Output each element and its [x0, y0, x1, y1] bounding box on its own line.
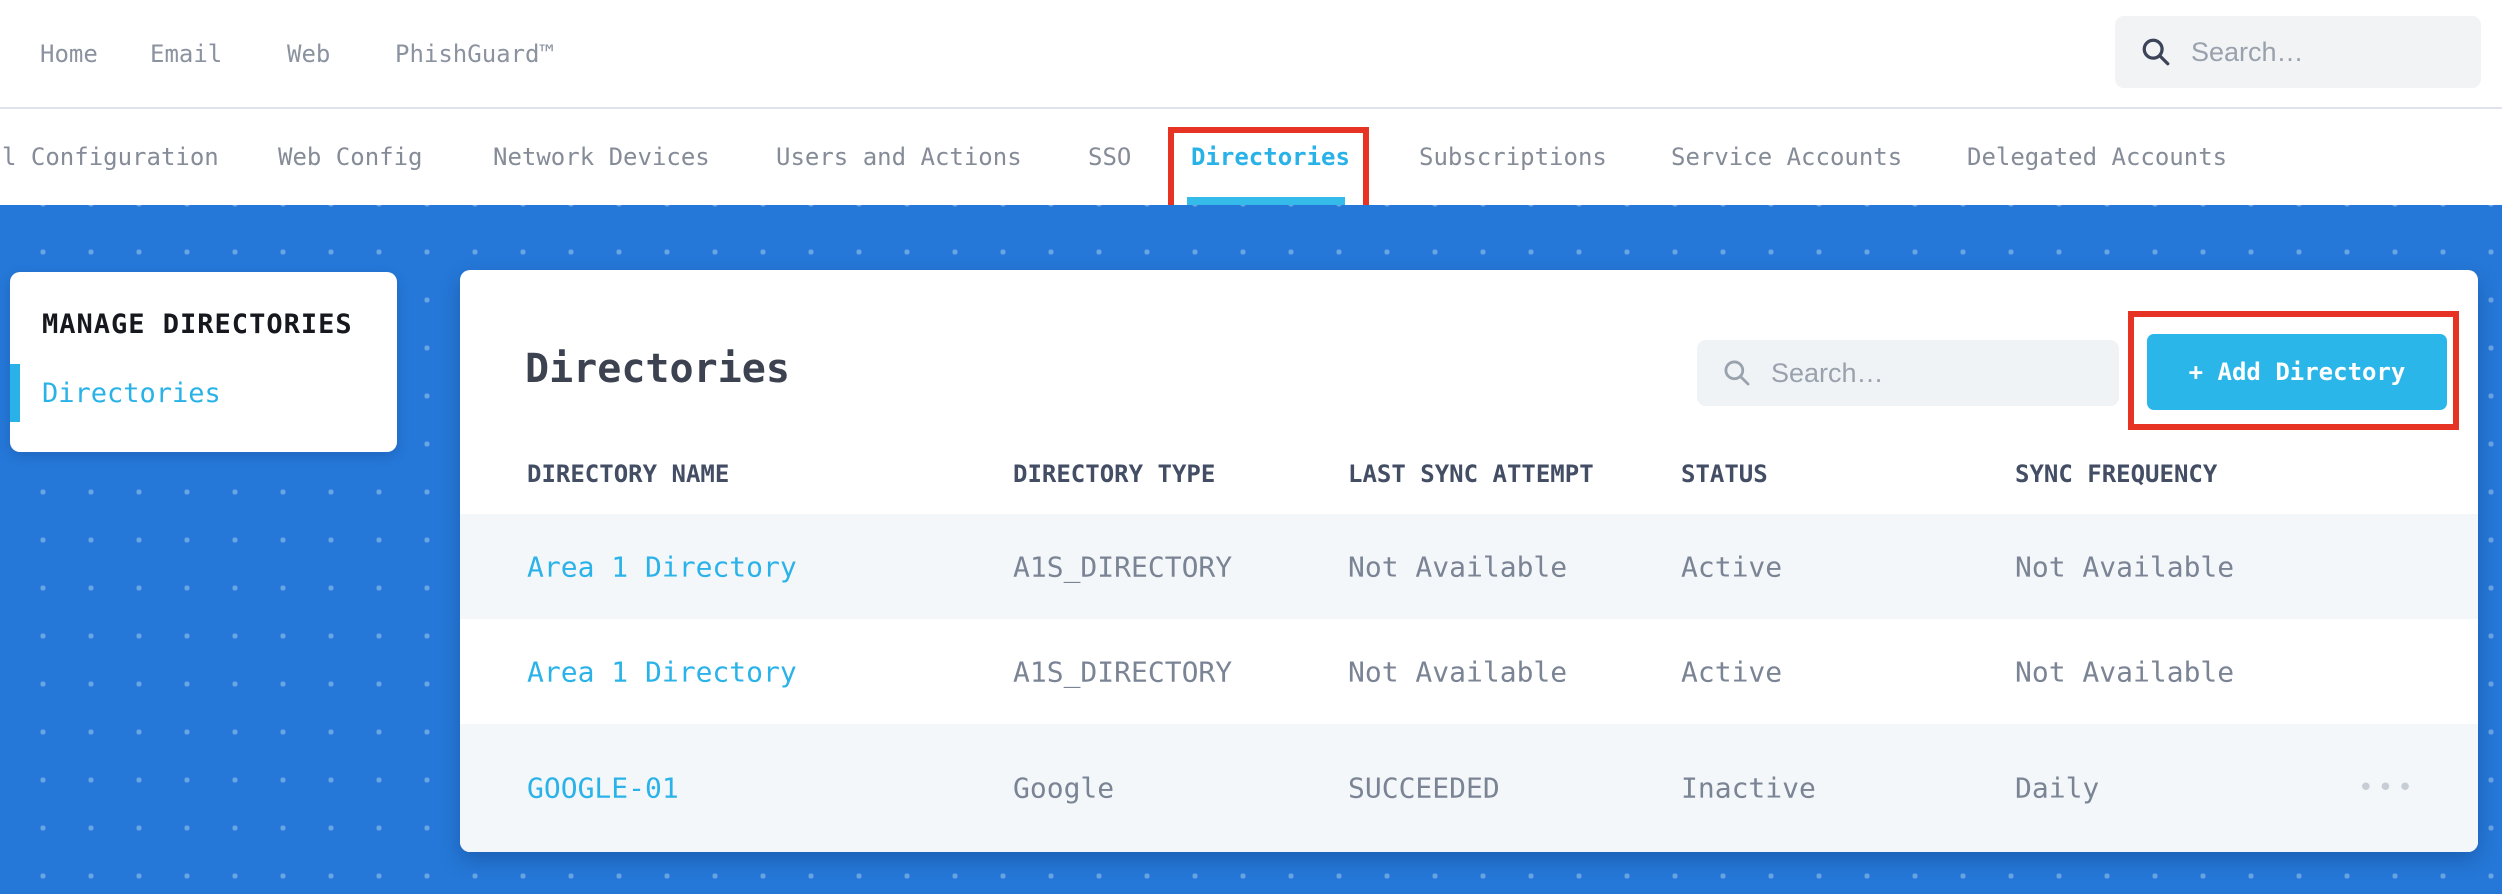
directory-type-cell: A1S_DIRECTORY	[1013, 550, 1233, 583]
table-row: Area 1 Directory A1S_DIRECTORY Not Avail…	[460, 514, 2478, 619]
status-cell: Active	[1681, 550, 1783, 583]
directory-name-link[interactable]: Area 1 Directory	[527, 550, 797, 583]
active-item-bar	[10, 364, 20, 422]
directory-type-cell: Google	[1013, 771, 1115, 805]
global-search-input[interactable]	[2191, 36, 2457, 68]
global-search[interactable]	[2115, 16, 2481, 88]
column-header-directory-name: DIRECTORY NAME	[527, 460, 730, 488]
tab-subscriptions[interactable]: Subscriptions	[1419, 109, 1607, 205]
sync-frequency-cell: Daily	[2015, 771, 2100, 805]
tab-users-and-actions[interactable]: Users and Actions	[776, 109, 1022, 205]
tab-delegated-accounts[interactable]: Delegated Accounts	[1967, 109, 2227, 205]
last-sync-cell: Not Available	[1348, 550, 1568, 583]
directory-name-link[interactable]: GOOGLE-01	[527, 772, 679, 805]
page-title: Directories	[525, 346, 790, 392]
nav-web[interactable]: Web	[287, 0, 330, 107]
last-sync-cell: SUCCEEDED	[1348, 771, 1500, 805]
row-actions-menu-icon[interactable]: •••	[2358, 773, 2417, 803]
table-row: Area 1 Directory A1S_DIRECTORY Not Avail…	[460, 619, 2478, 724]
card-heading: MANAGE DIRECTORIES	[42, 309, 353, 340]
column-header-sync-frequency: SYNC FREQUENCY	[2015, 460, 2218, 488]
search-icon	[1724, 360, 1750, 386]
nav-phishguard[interactable]: PhishGuard™	[395, 0, 554, 107]
table-row: GOOGLE-01 Google SUCCEEDED Inactive Dail…	[460, 724, 2478, 852]
primary-nav: Home Email Web PhishGuard™	[0, 0, 2502, 107]
status-cell: Inactive	[1681, 771, 1816, 805]
tab-sso[interactable]: SSO	[1088, 109, 1131, 205]
sync-frequency-cell: Not Available	[2015, 550, 2235, 583]
table-search-input[interactable]	[1771, 357, 2095, 389]
tab-network-devices[interactable]: Network Devices	[493, 109, 710, 205]
status-cell: Active	[1681, 655, 1783, 688]
workspace-background: MANAGE DIRECTORIES Directories Directori…	[0, 205, 2502, 894]
tab-email-configuration[interactable]: l Configuration	[2, 109, 219, 205]
column-header-status: STATUS	[1681, 460, 1768, 488]
table-search[interactable]	[1697, 340, 2119, 406]
sidebar-item-directories[interactable]: Directories	[42, 378, 221, 409]
tab-web-config[interactable]: Web Config	[278, 109, 423, 205]
tab-service-accounts[interactable]: Service Accounts	[1671, 109, 1902, 205]
annotation-box-add-directory	[2128, 311, 2459, 430]
column-header-last-sync: LAST SYNC ATTEMPT	[1348, 460, 1594, 488]
directory-name-link[interactable]: Area 1 Directory	[527, 655, 797, 688]
nav-home[interactable]: Home	[40, 0, 98, 107]
sync-frequency-cell: Not Available	[2015, 655, 2235, 688]
table-header-row: DIRECTORY NAME DIRECTORY TYPE LAST SYNC …	[460, 460, 2478, 514]
last-sync-cell: Not Available	[1348, 655, 1568, 688]
manage-directories-card: MANAGE DIRECTORIES Directories	[10, 272, 397, 452]
column-header-directory-type: DIRECTORY TYPE	[1013, 460, 1216, 488]
directory-type-cell: A1S_DIRECTORY	[1013, 655, 1233, 688]
directories-panel: Directories + Add Directory DIRECTORY NA…	[460, 270, 2478, 852]
search-icon	[2142, 38, 2170, 66]
app-window: Home Email Web PhishGuard™ l Configurati…	[0, 0, 2502, 894]
nav-email[interactable]: Email	[150, 0, 222, 107]
